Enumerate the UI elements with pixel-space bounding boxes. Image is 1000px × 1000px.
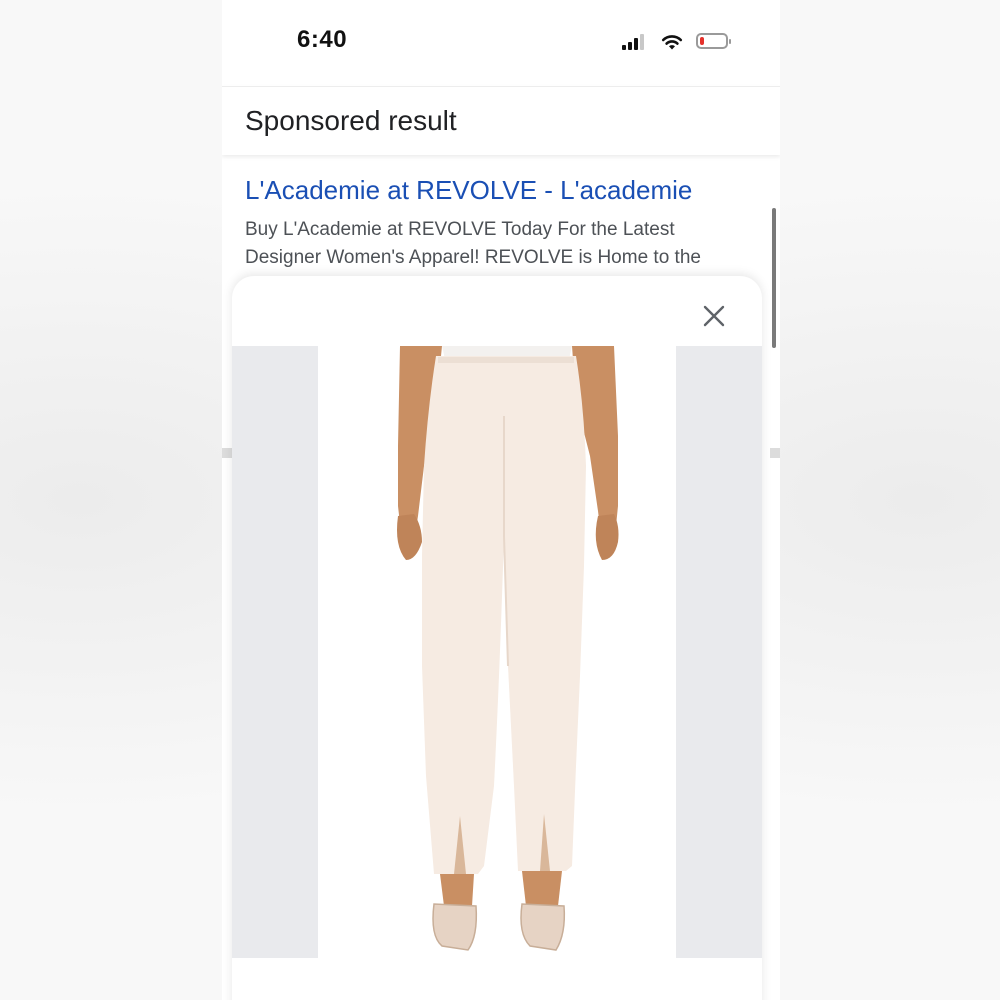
image-preview-sheet: [232, 276, 762, 1000]
divider-right: [770, 448, 780, 458]
status-time: 6:40: [297, 26, 348, 53]
product-photo[interactable]: [318, 346, 676, 958]
status-bar: 6:40: [222, 0, 780, 84]
page-title: Sponsored result: [245, 105, 457, 136]
phone-screen: 6:40 Sponsored result L'Academie at REVO…: [222, 0, 780, 1000]
image-container: [232, 346, 762, 958]
close-icon: [703, 305, 725, 327]
battery-low-icon: [696, 33, 731, 49]
scrollbar[interactable]: [772, 208, 776, 348]
result-title-link[interactable]: L'Academie at REVOLVE - L'academie: [245, 175, 692, 206]
divider-left: [222, 448, 232, 458]
sponsored-header: Sponsored result: [222, 86, 780, 155]
cellular-signal-icon: [622, 33, 648, 50]
battery-level-fill: [700, 37, 705, 45]
result-description: Buy L'Academie at REVOLVE Today For the …: [245, 219, 701, 268]
wifi-icon: [660, 31, 684, 51]
close-button[interactable]: [694, 296, 734, 336]
